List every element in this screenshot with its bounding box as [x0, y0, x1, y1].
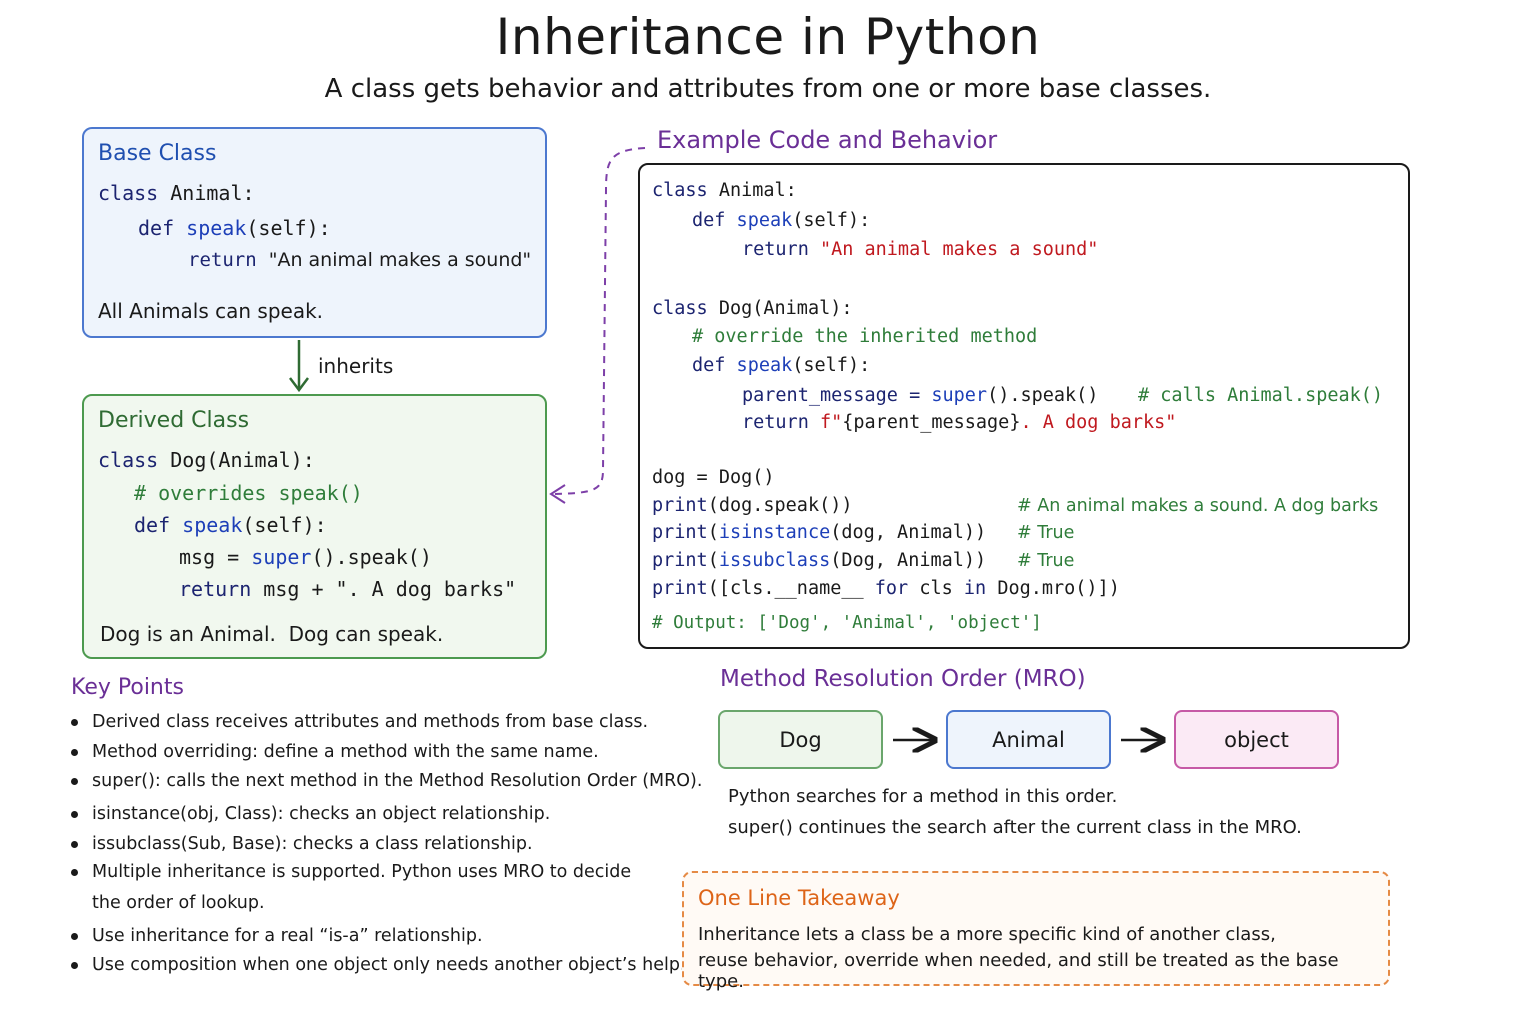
- example-link-dashed-arrow: [554, 147, 646, 495]
- key-point-item: isinstance(obj, Class): checks an object…: [92, 804, 551, 824]
- base-class-card: Base Class class Animal: def speak(self)…: [82, 127, 547, 338]
- code-line: parent_message = super().speak(): [742, 385, 1099, 406]
- mro-box-object: object: [1174, 710, 1339, 769]
- code-line: class Dog(Animal):: [652, 298, 853, 319]
- bullet-dot: [71, 719, 78, 726]
- code-line: print(issubclass(Dog, Animal)): [652, 550, 987, 571]
- key-points-title: Key Points: [71, 675, 184, 700]
- code-line: print(isinstance(dog, Animal)): [652, 522, 987, 543]
- key-point-item: issubclass(Sub, Base): checks a class re…: [92, 834, 533, 854]
- base-class-note: All Animals can speak.: [98, 299, 324, 323]
- code-comment: # True: [1017, 523, 1075, 543]
- takeaway-line-2: reuse behavior, override when needed, an…: [698, 950, 1339, 992]
- base-class-heading: Base Class: [98, 141, 217, 166]
- code-line: class Animal:: [652, 180, 797, 201]
- code-line: def speak(self):: [692, 210, 871, 231]
- key-point-item: Method overriding: define a method with …: [92, 742, 599, 762]
- code-line: return f"{parent_message}. A dog barks": [742, 412, 1177, 433]
- base-code-line-2: def speak(self):: [138, 216, 331, 240]
- code-comment: # An animal makes a sound. A dog barks: [1017, 496, 1379, 516]
- derived-class-heading: Derived Class: [98, 408, 250, 433]
- derived-class-card: Derived Class class Dog(Animal): # overr…: [82, 394, 547, 659]
- key-point-item: Multiple inheritance is supported. Pytho…: [92, 862, 632, 882]
- derived-class-note: Dog is an Animal. Dog can speak.: [100, 622, 444, 646]
- mro-note-2: super() continues the search after the c…: [728, 817, 1302, 838]
- code-comment: # calls Animal.speak(): [1138, 385, 1384, 406]
- code-comment: # True: [1017, 551, 1075, 571]
- bullet-dot: [71, 811, 78, 818]
- takeaway-title: One Line Takeaway: [698, 886, 900, 910]
- mro-note-1: Python searches for a method in this ord…: [728, 786, 1118, 807]
- bullet-dot: [71, 962, 78, 969]
- code-line: print(dog.speak()): [652, 495, 853, 516]
- key-point-item: super(): calls the next method in the Me…: [92, 771, 703, 791]
- key-point-item: Use inheritance for a real “is-a” relati…: [92, 926, 483, 946]
- bullet-dot: [71, 749, 78, 756]
- inherits-label: inherits: [318, 354, 394, 378]
- example-title: Example Code and Behavior: [657, 126, 998, 154]
- base-code-line-3: return "An animal makes a sound": [188, 249, 532, 271]
- bullet-dot: [71, 869, 78, 876]
- code-line: dog = Dog(): [652, 467, 775, 488]
- mro-title: Method Resolution Order (MRO): [720, 666, 1086, 692]
- derived-code-line-4: msg = super().speak(): [179, 545, 432, 569]
- takeaway-line-1: Inheritance lets a class be a more speci…: [698, 924, 1276, 945]
- bullet-dot: [71, 841, 78, 848]
- key-point-continuation: the order of lookup.: [92, 893, 265, 913]
- takeaway-box: One Line Takeaway Inheritance lets a cla…: [682, 871, 1390, 992]
- code-line: # Output: ['Dog', 'Animal', 'object']: [652, 613, 1042, 633]
- derived-code-line-2: # overrides speak(): [134, 481, 363, 505]
- bullet-dot: [71, 778, 78, 785]
- base-code-line-1: class Animal:: [98, 181, 255, 205]
- derived-code-line-5: return msg + ". A dog barks": [179, 577, 517, 601]
- code-line: # override the inherited method: [692, 326, 1038, 347]
- mro-box-animal: Animal: [946, 710, 1111, 769]
- mro-box-dog: Dog: [718, 710, 883, 769]
- key-point-item: Derived class receives attributes and me…: [92, 712, 649, 732]
- key-point-item: Use composition when one object only nee…: [92, 955, 686, 975]
- code-line: def speak(self):: [692, 355, 871, 376]
- bullet-dot: [71, 933, 78, 940]
- code-line: return "An animal makes a sound": [742, 239, 1099, 260]
- derived-code-line-3: def speak(self):: [134, 513, 327, 537]
- code-line: print([cls.__name__ for cls in Dog.mro()…: [652, 578, 1120, 599]
- derived-code-line-1: class Dog(Animal):: [98, 448, 315, 472]
- example-code-block: class Animal: def speak(self): return "A…: [638, 163, 1410, 649]
